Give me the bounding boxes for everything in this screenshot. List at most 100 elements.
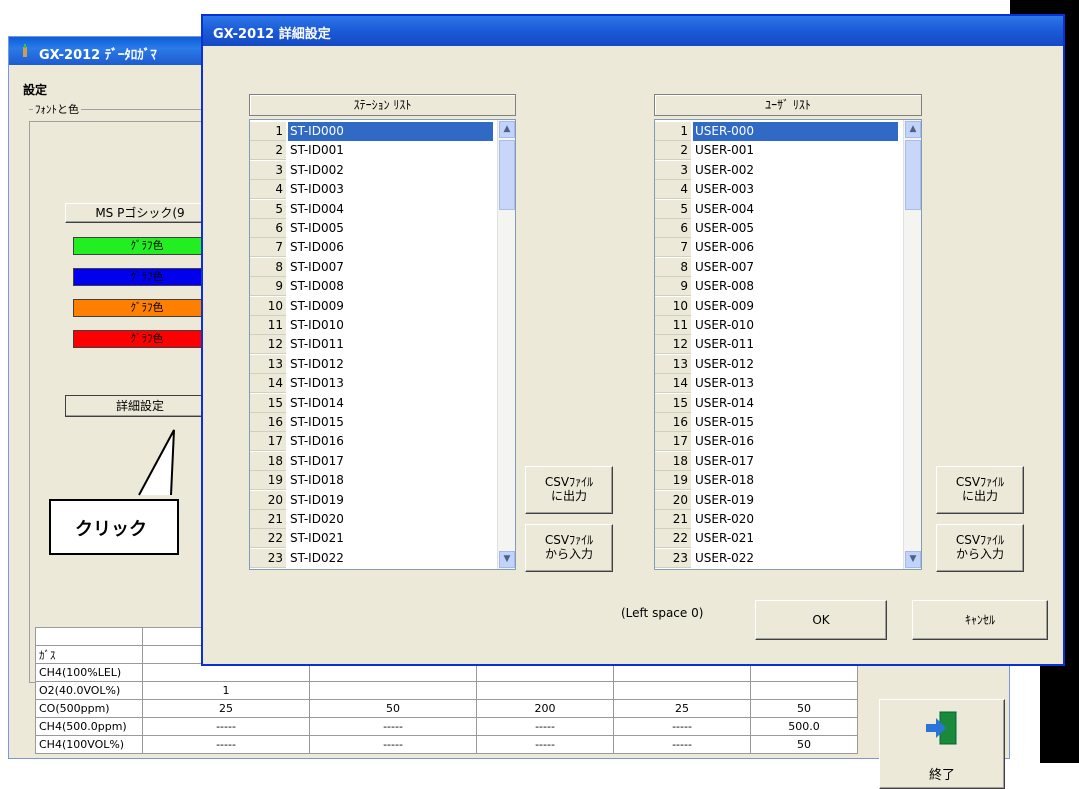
station-list-item[interactable]: 3 ST-ID002 <box>250 160 494 180</box>
station-list-item[interactable]: 21 ST-ID020 <box>250 510 494 529</box>
station-csv-export-button[interactable]: CSVﾌｧｲﾙ に出力 <box>525 466 613 514</box>
row-number: 9 <box>655 277 691 297</box>
station-list-item[interactable]: 19 ST-ID018 <box>250 471 494 491</box>
user-list-item[interactable]: 19 USER-018 <box>655 471 899 491</box>
table-header-cell <box>35 627 143 646</box>
dialog-titlebar: GX-2012 詳細設定 <box>203 16 1063 46</box>
station-list-item[interactable]: 9 ST-ID008 <box>250 277 494 297</box>
station-list-item[interactable]: 12 ST-ID011 <box>250 335 494 355</box>
detail-settings-button[interactable]: 詳細設定 <box>65 395 215 417</box>
user-list-item[interactable]: 16 USER-015 <box>655 413 899 432</box>
table-cell: ----- <box>309 717 477 736</box>
table-cell <box>476 681 614 700</box>
user-list-item[interactable]: 5 USER-004 <box>655 199 899 219</box>
graph-color-button[interactable]: ｸﾞﾗﾌ色 <box>73 237 221 255</box>
graph-color-button[interactable]: ｸﾞﾗﾌ色 <box>73 330 221 348</box>
table-cell: 1 <box>142 681 310 700</box>
row-number: 21 <box>655 510 691 529</box>
font-button[interactable]: MS Pゴシック(9 <box>65 203 215 223</box>
station-list-item[interactable]: 8 ST-ID007 <box>250 257 494 277</box>
click-callout: クリック <box>49 499 179 555</box>
user-list[interactable]: 23 USER-022 22 USER-021 21 USER-020 20 USER-019… <box>654 119 922 570</box>
user-list-scrollbar[interactable]: ▲ ▼ <box>903 120 921 569</box>
station-list-item[interactable]: 2 ST-ID001 <box>250 141 494 161</box>
user-list-item[interactable]: 6 USER-005 <box>655 219 899 238</box>
user-list-item[interactable]: 22 USER-021 <box>655 529 899 549</box>
station-list-item[interactable]: 13 ST-ID012 <box>250 354 494 374</box>
user-list-item[interactable]: 11 USER-010 <box>655 316 899 335</box>
table-cell: ----- <box>142 717 310 736</box>
user-list-item[interactable]: 8 USER-007 <box>655 257 899 277</box>
user-list-item[interactable]: 12 USER-011 <box>655 335 899 355</box>
user-id: USER-016 <box>695 434 755 449</box>
station-list-item[interactable]: 17 ST-ID016 <box>250 432 494 452</box>
row-number: 3 <box>655 160 691 180</box>
station-id: ST-ID021 <box>290 531 344 546</box>
user-list-item[interactable]: 23 USER-022 <box>655 548 899 568</box>
station-id: ST-ID012 <box>290 356 344 371</box>
scroll-down-icon[interactable]: ▼ <box>905 551 921 568</box>
station-list-item[interactable]: 6 ST-ID005 <box>250 219 494 238</box>
station-list-item[interactable]: 1 ST-ID000 <box>250 122 494 141</box>
station-list-item[interactable]: 7 ST-ID006 <box>250 238 494 258</box>
user-id: USER-013 <box>695 376 755 391</box>
ok-button[interactable]: OK <box>755 600 887 640</box>
user-list-item[interactable]: 3 USER-002 <box>655 160 899 180</box>
station-list-item[interactable]: 15 ST-ID014 <box>250 393 494 413</box>
user-list-item[interactable]: 14 USER-013 <box>655 374 899 394</box>
user-list-item[interactable]: 7 USER-006 <box>655 238 899 258</box>
station-list-item[interactable]: 10 ST-ID009 <box>250 296 494 316</box>
station-list-item[interactable]: 23 ST-ID022 <box>250 548 494 568</box>
station-list-item[interactable]: 4 ST-ID003 <box>250 180 494 200</box>
row-number: 1 <box>655 122 691 141</box>
station-id: ST-ID001 <box>290 143 344 158</box>
scroll-thumb[interactable] <box>499 140 515 210</box>
exit-button-label: 終了 <box>928 768 955 783</box>
table-cell <box>613 681 751 700</box>
user-list-item[interactable]: 18 USER-017 <box>655 451 899 471</box>
station-csv-import-button[interactable]: CSVﾌｧｲﾙ から入力 <box>525 524 613 572</box>
row-number: 4 <box>655 180 691 200</box>
table-row: CH4(100%LEL) <box>35 663 858 682</box>
scroll-down-icon[interactable]: ▼ <box>499 551 515 568</box>
user-csv-export-button[interactable]: CSVﾌｧｲﾙ に出力 <box>936 466 1024 514</box>
user-list-item[interactable]: 17 USER-016 <box>655 432 899 452</box>
user-id: USER-011 <box>695 337 755 352</box>
user-list-item[interactable]: 10 USER-009 <box>655 296 899 316</box>
station-list-item[interactable]: 14 ST-ID013 <box>250 374 494 394</box>
user-csv-import-button[interactable]: CSVﾌｧｲﾙ から入力 <box>936 524 1024 572</box>
user-list-item[interactable]: 9 USER-008 <box>655 277 899 297</box>
user-list-item[interactable]: 13 USER-012 <box>655 354 899 374</box>
row-number: 14 <box>250 374 286 394</box>
user-list-item[interactable]: 1 USER-000 <box>655 122 899 141</box>
station-list-item[interactable]: 20 ST-ID019 <box>250 490 494 510</box>
user-list-item[interactable]: 21 USER-020 <box>655 510 899 529</box>
scroll-thumb[interactable] <box>905 140 921 210</box>
user-list-item[interactable]: 2 USER-001 <box>655 141 899 161</box>
row-number: 15 <box>250 393 286 413</box>
station-list-item[interactable]: 16 ST-ID015 <box>250 413 494 432</box>
scroll-up-icon[interactable]: ▲ <box>499 121 515 138</box>
station-list-scrollbar[interactable]: ▲ ▼ <box>497 120 515 569</box>
cancel-button[interactable]: ｷｬﾝｾﾙ <box>912 600 1048 640</box>
graph-color-button[interactable]: ｸﾞﾗﾌ色 <box>73 299 221 317</box>
user-id: USER-015 <box>695 415 755 429</box>
font-color-group-label: ﾌｫﾝﾄと色 <box>33 101 81 117</box>
row-number: 13 <box>250 354 286 374</box>
station-id: ST-ID008 <box>290 279 344 294</box>
table-cell: ----- <box>613 717 751 736</box>
user-list-item[interactable]: 20 USER-019 <box>655 490 899 510</box>
station-list-item[interactable]: 5 ST-ID004 <box>250 199 494 219</box>
exit-button[interactable]: 終了 <box>879 699 1005 789</box>
station-id: ST-ID009 <box>290 298 344 313</box>
scroll-up-icon[interactable]: ▲ <box>905 121 921 138</box>
station-list[interactable]: 23 ST-ID022 22 ST-ID021 21 ST-ID020 20 ST-ID019… <box>249 119 516 570</box>
user-list-item[interactable]: 15 USER-014 <box>655 393 899 413</box>
user-list-item[interactable]: 4 USER-003 <box>655 180 899 200</box>
station-list-item[interactable]: 22 ST-ID021 <box>250 529 494 549</box>
table-cell: 25 <box>613 699 751 718</box>
graph-color-button[interactable]: ｸﾞﾗﾌ色 <box>73 268 221 286</box>
station-list-item[interactable]: 11 ST-ID010 <box>250 316 494 335</box>
station-list-item[interactable]: 18 ST-ID017 <box>250 451 494 471</box>
gas-name-cell: CO(500ppm) <box>35 699 143 718</box>
